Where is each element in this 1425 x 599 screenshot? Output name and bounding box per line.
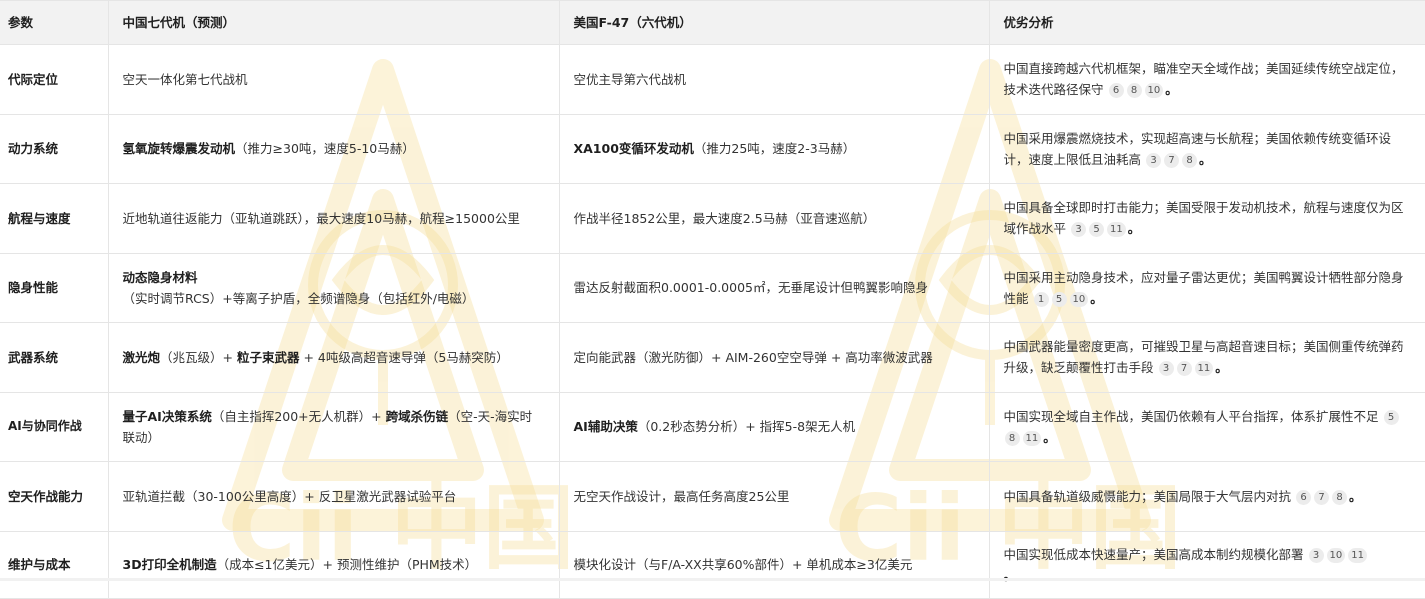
usa-cell: 模块化设计（与F/A-XX共享60%部件）+ 单机成本≥3亿美元 — [558, 530, 990, 599]
usa-cell: 无空天作战设计，最高任务高度25公里 — [558, 461, 990, 532]
table-row: 动力系统 氢氧旋转爆震发动机（推力≥30吨，速度5-10马赫） XA100变循环… — [0, 113, 1425, 184]
citation-badge[interactable]: 11 — [1348, 547, 1367, 563]
header-analysis: 优劣分析 — [988, 0, 1425, 45]
citation-badge[interactable]: 1 — [1033, 291, 1049, 307]
header-china: 中国七代机（预测） — [107, 0, 560, 45]
citation-badge[interactable]: 7 — [1176, 361, 1192, 377]
analysis-cell: 中国实现全域自主作战，美国仍依赖有人平台指挥，体系扩展性不足 58 11。 — [988, 391, 1425, 462]
citation-badge[interactable]: 3 — [1146, 152, 1161, 168]
china-cell: 氢氧旋转爆震发动机（推力≥30吨，速度5-10马赫） — [107, 113, 560, 184]
china-cell: 亚轨道拦截（30-100公里高度）+ 反卫星激光武器试验平台 — [107, 461, 560, 532]
table-row: 隐身性能 动态隐身材料（实时调节RCS）+等离子护盾，全频谱隐身（包括红外/电磁… — [0, 252, 1425, 323]
china-cell: 空天一体化第七代战机 — [107, 44, 560, 115]
citation-badge[interactable]: 11 — [1194, 361, 1214, 377]
table-row: 空天作战能力 亚轨道拦截（30-100公里高度）+ 反卫星激光武器试验平台 无空… — [0, 461, 1425, 532]
table-row: 武器系统 激光炮（兆瓦级）+ 粒子束武器 + 4吨级高超音速导弹（5马赫突防） … — [0, 322, 1425, 393]
row-param: 维护与成本 — [0, 530, 109, 599]
header-usa: 美国F-47（六代机） — [558, 0, 990, 45]
usa-cell: XA100变循环发动机（推力25吨，速度2-3马赫） — [558, 113, 990, 184]
citation-badge[interactable]: 5 — [1089, 222, 1104, 238]
citation-badge[interactable]: 3 — [1308, 547, 1324, 563]
analysis-cell: 中国具备轨道级威慑能力；美国局限于大气层内对抗 6 7 8。 — [988, 461, 1425, 532]
citation-badge[interactable]: 10 — [1069, 291, 1089, 307]
comparison-table: 参数 中国七代机（预测） 美国F-47（六代机） 优劣分析 代际定位 空天一体化… — [0, 0, 1425, 599]
citation-badge[interactable]: 7 — [1314, 489, 1329, 505]
citation-badge[interactable]: 8 — [1182, 152, 1197, 168]
table-row: AI与协同作战 量子AI决策系统（自主指挥200+无人机群）+ 跨域杀伤链（空-… — [0, 391, 1425, 462]
usa-cell: 雷达反射截面积0.0001-0.0005㎡，无垂尾设计但鸭翼影响隐身 — [558, 252, 990, 323]
row-param: 隐身性能 — [0, 252, 109, 323]
row-param: 空天作战能力 — [0, 461, 109, 532]
citation-badge[interactable]: 11 — [1022, 430, 1042, 446]
analysis-cell: 中国武器能量密度更高，可摧毁卫星与高超音速目标；美国侧重传统弹药升级，缺乏颠覆性… — [988, 322, 1425, 393]
citation-badge[interactable]: 3 — [1158, 361, 1174, 377]
row-param: AI与协同作战 — [0, 391, 109, 462]
row-param: 动力系统 — [0, 113, 109, 184]
china-cell: 3D打印全机制造（成本≤1亿美元）+ 预测性维护（PHM技术） — [107, 530, 560, 599]
analysis-cell: 中国直接跨越六代机框架，瞄准空天全域作战；美国延续传统空战定位，技术迭代路径保守… — [988, 44, 1425, 115]
usa-cell: 空优主导第六代战机 — [558, 44, 990, 115]
citation-badge[interactable]: 11 — [1107, 222, 1126, 238]
citation-badge[interactable]: 7 — [1164, 152, 1179, 168]
citation-badge[interactable]: 5 — [1051, 291, 1067, 307]
analysis-cell: 中国具备全球即时打击能力；美国受限于发动机技术，航程与速度仅为区域作战水平 35… — [988, 183, 1425, 254]
table-row: 航程与速度 近地轨道往返能力（亚轨道跳跃），最大速度10马赫，航程≥15000公… — [0, 183, 1425, 254]
row-param: 代际定位 — [0, 44, 109, 115]
analysis-cell: 中国实现低成本快速量产；美国高成本制约规模化部署 3 10 11。 — [988, 530, 1425, 599]
citation-badge[interactable]: 8 — [1126, 83, 1142, 99]
china-cell: 量子AI决策系统（自主指挥200+无人机群）+ 跨域杀伤链（空-天-海实时联动） — [107, 391, 560, 462]
citation-badge[interactable]: 8 — [1332, 489, 1347, 505]
citation-badge[interactable]: 5 — [1383, 409, 1399, 425]
citation-badge[interactable]: 6 — [1296, 489, 1311, 505]
analysis-cell: 中国采用主动隐身技术，应对量子雷达更优；美国鸭翼设计牺牲部分隐身性能 1 5 10。 — [988, 252, 1425, 323]
table-row: 代际定位 空天一体化第七代战机 空优主导第六代战机 中国直接跨越六代机框架，瞄准… — [0, 44, 1425, 115]
china-cell: 近地轨道往返能力（亚轨道跳跃），最大速度10马赫，航程≥15000公里 — [107, 183, 560, 254]
row-param: 武器系统 — [0, 322, 109, 393]
table-row: 维护与成本 3D打印全机制造（成本≤1亿美元）+ 预测性维护（PHM技术） 模块… — [0, 530, 1425, 599]
scrollbar-track[interactable] — [0, 578, 1425, 581]
china-cell: 动态隐身材料（实时调节RCS）+等离子护盾，全频谱隐身（包括红外/电磁） — [107, 252, 560, 323]
usa-cell: 作战半径1852公里，最大速度2.5马赫（亚音速巡航） — [558, 183, 990, 254]
citation-badge[interactable]: 3 — [1071, 222, 1086, 238]
row-param: 航程与速度 — [0, 183, 109, 254]
citation-badge[interactable]: 10 — [1326, 547, 1346, 563]
citation-badge[interactable]: 8 — [1004, 430, 1020, 446]
analysis-cell: 中国采用爆震燃烧技术，实现超高速与长航程；美国依赖传统变循环设计，速度上限低且油… — [988, 113, 1425, 184]
table-header-row: 参数 中国七代机（预测） 美国F-47（六代机） 优劣分析 — [0, 0, 1425, 45]
usa-cell: 定向能武器（激光防御）+ AIM-260空空导弹 + 高功率微波武器 — [558, 322, 990, 393]
citation-badge[interactable]: 6 — [1108, 83, 1124, 99]
china-cell: 激光炮（兆瓦级）+ 粒子束武器 + 4吨级高超音速导弹（5马赫突防） — [107, 322, 560, 393]
header-param: 参数 — [0, 0, 109, 45]
usa-cell: AI辅助决策（0.2秒态势分析）+ 指挥5-8架无人机 — [558, 391, 990, 462]
citation-badge[interactable]: 10 — [1144, 83, 1164, 99]
